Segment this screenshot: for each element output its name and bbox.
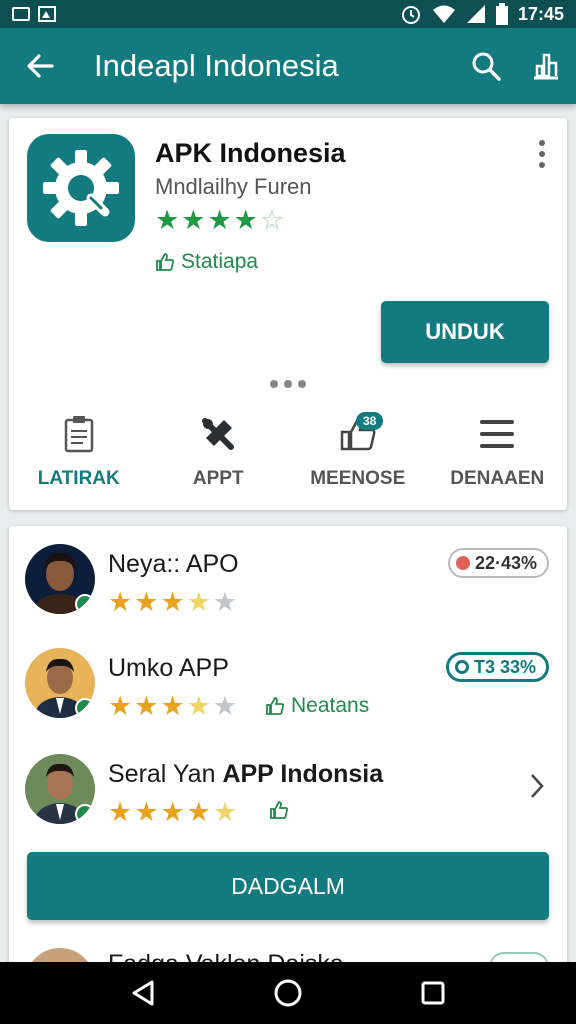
more-options-icon[interactable] [539, 140, 545, 168]
list-item[interactable]: Neya:: APO ★ ★ ★ ★ ★ 22·43% [9, 544, 567, 640]
notification-box-icon [12, 7, 30, 21]
app-detail-card: APK Indonesia Mndlailhy Furen ★ ★ ★ ★ ☆ … [9, 118, 567, 510]
signal-icon [466, 5, 485, 23]
tab-appt[interactable]: APPT [149, 408, 289, 498]
battery-icon [495, 3, 508, 25]
nav-recents-button[interactable] [403, 963, 463, 1023]
app-icon[interactable] [27, 134, 135, 242]
avatar [25, 754, 95, 824]
tab-label: DENAAEN [450, 468, 545, 489]
nav-home-button[interactable] [258, 963, 318, 1023]
page-title: Indeapl Indonesia [94, 48, 339, 83]
list-item-title: Umko APP [108, 654, 229, 682]
star-icon: ★ [181, 205, 206, 235]
tab-latirak[interactable]: LATIRAK [9, 408, 149, 498]
tab-label: APPT [192, 468, 244, 489]
search-icon [472, 52, 501, 81]
menu-icon [480, 420, 515, 448]
status-ring-icon [454, 660, 469, 674]
verified-badge-icon [75, 594, 95, 614]
rating-stars: ★ ★ ★ ★ ☆ [155, 206, 284, 234]
list-item-title: Seral Yan APP Indonsia [108, 760, 384, 788]
list-item[interactable]: Umko APP ★ ★ ★ ★ ★ Neatans T3 33% [9, 648, 567, 744]
nav-back-button[interactable] [113, 963, 173, 1023]
avatar [25, 648, 95, 718]
thumbs-up-icon [156, 253, 175, 271]
star-icon: ★ [207, 205, 232, 235]
install-button[interactable]: UNDUK [381, 301, 549, 363]
list-item-title: Neya:: APO [108, 550, 239, 578]
rating-stars: ★ ★ ★ ★ ★ [108, 797, 238, 827]
clock: 17:45 [517, 3, 564, 24]
tab-label: MEENOSE [310, 468, 406, 489]
page-indicator [270, 380, 306, 388]
app-list-card: Neya:: APO ★ ★ ★ ★ ★ 22·43% Umko APP ★ ★ ★ ★ ★ N… [9, 526, 567, 986]
back-button[interactable] [0, 28, 80, 104]
thumbs-up-icon [266, 697, 285, 715]
list-item[interactable]: Seral Yan APP Indonsia ★ ★ ★ ★ ★ [9, 754, 567, 850]
back-triangle-icon [132, 980, 154, 1006]
tab-bar: LATIRAK APPT 38 MEENOSE DENAAEN [9, 408, 567, 498]
tab-label: LATIRAK [37, 468, 120, 489]
tab-denaaen[interactable]: DENAAEN [428, 408, 568, 498]
verified-badge-icon [75, 804, 95, 824]
tab-meenose[interactable]: 38 MEENOSE [288, 408, 428, 498]
rating-stars: ★ ★ ★ ★ ★ [108, 691, 238, 721]
list-item-tag[interactable]: Neatans [265, 694, 369, 718]
app-tag-label: Statiapa [181, 250, 259, 273]
app-bar: Indeapl Indonesia [0, 28, 576, 104]
gear-icon [43, 150, 119, 226]
rating-stars: ★ ★ ★ ★ ★ [108, 587, 238, 617]
thumbs-up-icon [270, 801, 289, 819]
notification-image-icon [38, 6, 56, 22]
share-button[interactable] [516, 28, 576, 104]
notification-badge: 38 [356, 412, 384, 430]
home-circle-icon [274, 979, 302, 1007]
system-nav-bar [0, 962, 576, 1024]
avatar [25, 544, 95, 614]
share-chart-icon [534, 53, 558, 80]
chevron-right-icon[interactable] [529, 772, 545, 805]
search-button[interactable] [456, 28, 516, 104]
star-icon: ★ [233, 205, 258, 235]
verified-badge-icon [75, 698, 95, 718]
star-icon: ★ [155, 205, 180, 235]
status-dot-icon [455, 556, 470, 570]
status-bar: 17:45 [0, 0, 576, 28]
half-star-icon: ☆ [259, 205, 285, 235]
status-badge: T3 33% [445, 652, 549, 682]
tools-icon [202, 418, 235, 450]
primary-action-button[interactable]: DADGALM [27, 852, 549, 920]
status-badge: 22·43% [447, 548, 549, 578]
developer-name[interactable]: Mndlailhy Furen [155, 174, 312, 200]
clipboard-icon [64, 416, 93, 453]
list-item-tag[interactable] [269, 800, 289, 820]
recents-square-icon [421, 981, 445, 1005]
alarm-icon [401, 6, 420, 24]
app-tag[interactable]: Statiapa [155, 250, 258, 274]
back-arrow-icon [27, 54, 54, 78]
wifi-icon [432, 5, 455, 23]
app-name: APK Indonesia [155, 138, 346, 168]
